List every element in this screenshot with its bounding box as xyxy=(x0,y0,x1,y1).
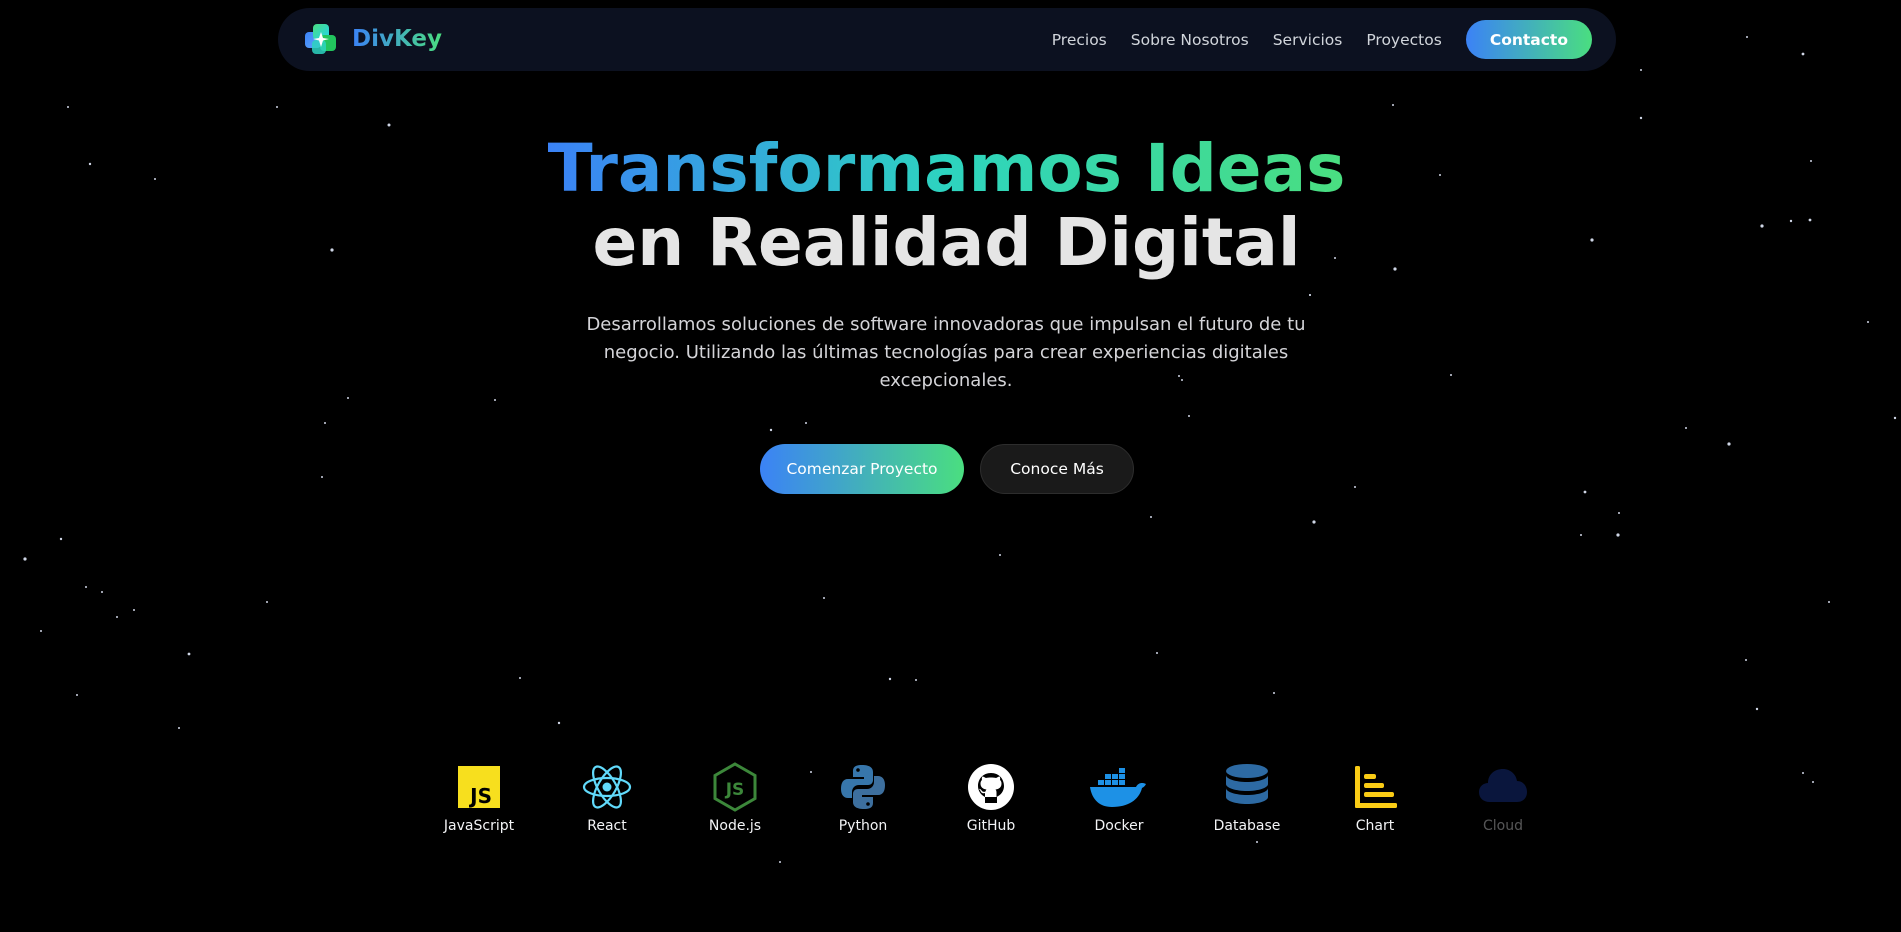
contact-button[interactable]: Contacto xyxy=(1465,20,1592,59)
chart-icon xyxy=(1355,766,1397,808)
nav-link-precios[interactable]: Precios xyxy=(1052,31,1107,49)
tech-label: Python xyxy=(838,818,888,834)
hero-title: Transformamos Ideas en Realidad Digital xyxy=(0,132,1893,280)
svg-text:JS: JS xyxy=(468,784,492,808)
tech-item-nodejs: JS Node.js xyxy=(671,762,799,834)
navbar: DivKey Precios Sobre Nosotros Servicios … xyxy=(278,8,1616,71)
tech-item-database: Database xyxy=(1183,762,1311,834)
tech-item-python: Python xyxy=(799,762,927,834)
nav-link-servicios[interactable]: Servicios xyxy=(1273,31,1343,49)
brand[interactable]: DivKey xyxy=(304,22,442,56)
learn-more-button[interactable]: Conoce Más xyxy=(980,444,1134,494)
hero-subtitle: Desarrollamos soluciones de software inn… xyxy=(586,314,1306,391)
tech-item-chart: Chart xyxy=(1311,762,1439,834)
tech-label: Node.js xyxy=(708,818,762,834)
nav-link-proyectos[interactable]: Proyectos xyxy=(1366,31,1441,49)
tech-item-react: React xyxy=(543,762,671,834)
nav-links: Precios Sobre Nosotros Servicios Proyect… xyxy=(1028,20,1592,59)
javascript-icon: JS xyxy=(458,766,500,808)
github-icon xyxy=(968,764,1014,810)
tech-label: Database xyxy=(1213,818,1281,834)
tech-item-docker: Docker xyxy=(1055,762,1183,834)
tech-label: React xyxy=(587,818,627,834)
hero-title-line1: Transformamos Ideas xyxy=(547,130,1346,207)
docker-icon xyxy=(1090,768,1146,807)
nav-link-sobre-nosotros[interactable]: Sobre Nosotros xyxy=(1131,31,1249,49)
python-icon xyxy=(841,765,885,809)
tech-item-javascript: JS JavaScript xyxy=(415,762,543,834)
tech-label: Cloud xyxy=(1483,818,1523,834)
tech-label: Docker xyxy=(1094,818,1144,834)
nodejs-icon: JS xyxy=(713,762,757,812)
tech-label: GitHub xyxy=(966,818,1016,834)
svg-text:JS: JS xyxy=(725,780,745,800)
hero-buttons: Comenzar Proyecto Conoce Más xyxy=(760,444,1134,494)
tech-label: JavaScript xyxy=(443,818,515,834)
cloud-icon xyxy=(1479,769,1527,802)
page: DivKey Precios Sobre Nosotros Servicios … xyxy=(0,0,1901,932)
react-icon xyxy=(582,765,632,809)
hero-title-line2: en Realidad Digital xyxy=(592,204,1301,281)
tech-label: Chart xyxy=(1355,818,1395,834)
divkey-logo-icon xyxy=(305,24,336,54)
tech-item-cloud: Cloud xyxy=(1439,762,1567,834)
tech-item-github: GitHub xyxy=(927,762,1055,834)
tech-carousel: JS JavaScript React JS Node.js Python Gi… xyxy=(415,762,1527,852)
start-project-button[interactable]: Comenzar Proyecto xyxy=(760,444,964,494)
database-icon xyxy=(1226,764,1268,804)
brand-name: DivKey xyxy=(352,26,442,52)
